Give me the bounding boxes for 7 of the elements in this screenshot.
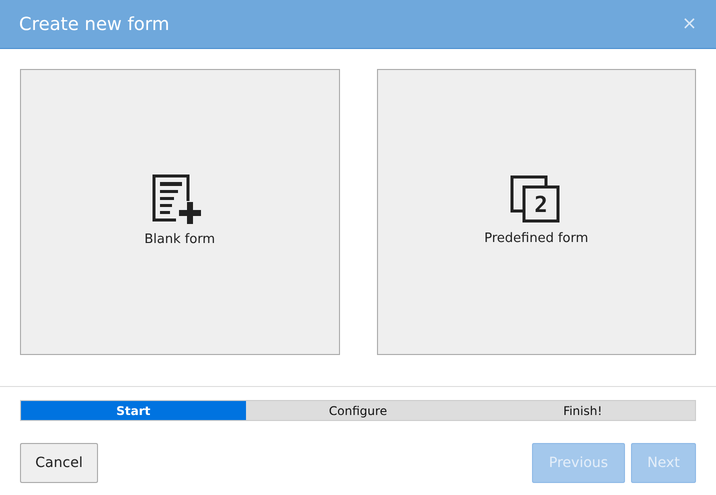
dialog-title: Create new form <box>19 12 170 36</box>
cancel-button[interactable]: Cancel <box>20 443 98 483</box>
form-option-card[interactable]: Blank form <box>20 69 340 355</box>
step-label: Configure <box>328 402 388 420</box>
step-label: Start <box>21 401 246 420</box>
step-label: Finish! <box>562 402 604 420</box>
form-option-card[interactable]: 2 Predefined form <box>376 69 696 355</box>
